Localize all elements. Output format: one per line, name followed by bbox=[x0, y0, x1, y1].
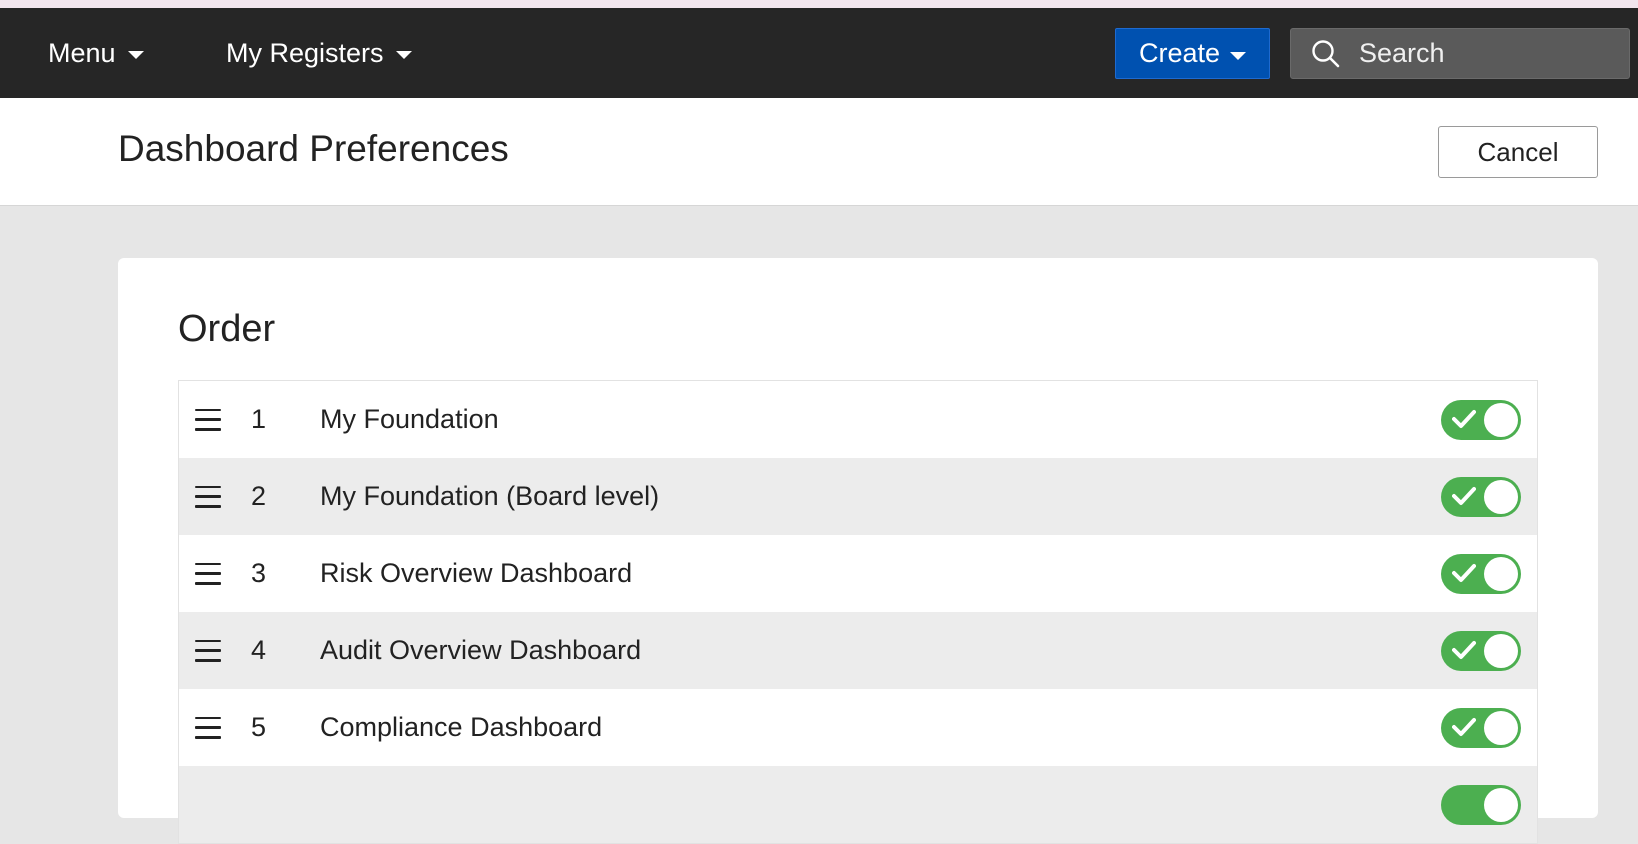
toggle-knob bbox=[1484, 710, 1518, 745]
list-item[interactable]: 4 Audit Overview Dashboard bbox=[179, 612, 1537, 689]
toggle-knob bbox=[1484, 479, 1518, 514]
drag-handle-icon[interactable] bbox=[195, 485, 221, 508]
caret-down-icon bbox=[395, 51, 412, 59]
enabled-toggle[interactable] bbox=[1441, 707, 1521, 748]
drag-handle-icon[interactable] bbox=[195, 408, 221, 431]
list-item-partial[interactable] bbox=[179, 766, 1537, 843]
list-item[interactable]: 3 Risk Overview Dashboard bbox=[179, 535, 1537, 612]
check-icon bbox=[1452, 640, 1476, 659]
order-number: 5 bbox=[251, 712, 267, 742]
top-navbar: Menu My Registers Create bbox=[0, 8, 1638, 98]
enabled-toggle[interactable] bbox=[1441, 399, 1521, 440]
check-icon bbox=[1452, 486, 1476, 505]
toggle-knob bbox=[1484, 402, 1518, 437]
list-item[interactable]: 2 My Foundation (Board level) bbox=[179, 458, 1537, 535]
search-input[interactable] bbox=[1359, 38, 1599, 69]
menu-dropdown[interactable]: Menu bbox=[48, 8, 144, 98]
order-list: 1 My Foundation 2 My Foundation (Board l… bbox=[178, 380, 1538, 844]
caret-down-icon bbox=[1230, 51, 1247, 60]
order-number: 3 bbox=[251, 558, 267, 588]
search-icon bbox=[1312, 39, 1340, 67]
dashboard-name: Compliance Dashboard bbox=[320, 712, 603, 742]
cancel-button[interactable]: Cancel bbox=[1438, 126, 1598, 178]
drag-handle-icon[interactable] bbox=[195, 716, 221, 739]
list-item[interactable]: 5 Compliance Dashboard bbox=[179, 689, 1537, 766]
top-strip bbox=[0, 0, 1638, 8]
drag-handle-icon[interactable] bbox=[195, 562, 221, 585]
create-button[interactable]: Create bbox=[1115, 28, 1270, 79]
order-number: 2 bbox=[251, 481, 267, 511]
my-registers-label: My Registers bbox=[226, 37, 384, 68]
enabled-toggle[interactable] bbox=[1441, 476, 1521, 517]
enabled-toggle[interactable] bbox=[1441, 630, 1521, 671]
list-item[interactable]: 1 My Foundation bbox=[179, 381, 1537, 458]
dashboard-name: Risk Overview Dashboard bbox=[320, 558, 633, 588]
toggle-knob bbox=[1484, 556, 1518, 591]
caret-down-icon bbox=[127, 51, 144, 59]
dashboard-name: Audit Overview Dashboard bbox=[320, 635, 642, 665]
toggle-knob bbox=[1484, 787, 1518, 822]
page-header: Dashboard Preferences Cancel bbox=[0, 98, 1638, 206]
dashboard-name: My Foundation (Board level) bbox=[320, 481, 660, 511]
check-icon bbox=[1452, 409, 1476, 428]
menu-label: Menu bbox=[48, 37, 116, 68]
order-section-title: Order bbox=[178, 308, 276, 350]
toggle-knob bbox=[1484, 633, 1518, 668]
page-title: Dashboard Preferences bbox=[118, 128, 509, 169]
order-number: 4 bbox=[251, 635, 267, 665]
enabled-toggle[interactable] bbox=[1441, 784, 1521, 825]
check-icon bbox=[1452, 563, 1476, 582]
drag-handle-icon[interactable] bbox=[195, 639, 221, 662]
order-number: 1 bbox=[251, 404, 267, 434]
enabled-toggle[interactable] bbox=[1441, 553, 1521, 594]
create-label: Create bbox=[1138, 38, 1221, 68]
my-registers-dropdown[interactable]: My Registers bbox=[226, 8, 412, 98]
search-box[interactable] bbox=[1290, 28, 1630, 79]
check-icon bbox=[1452, 717, 1476, 736]
order-card: Order 1 My Foundation 2 My Foundation (B… bbox=[118, 258, 1598, 844]
dashboard-name: My Foundation bbox=[320, 404, 499, 434]
